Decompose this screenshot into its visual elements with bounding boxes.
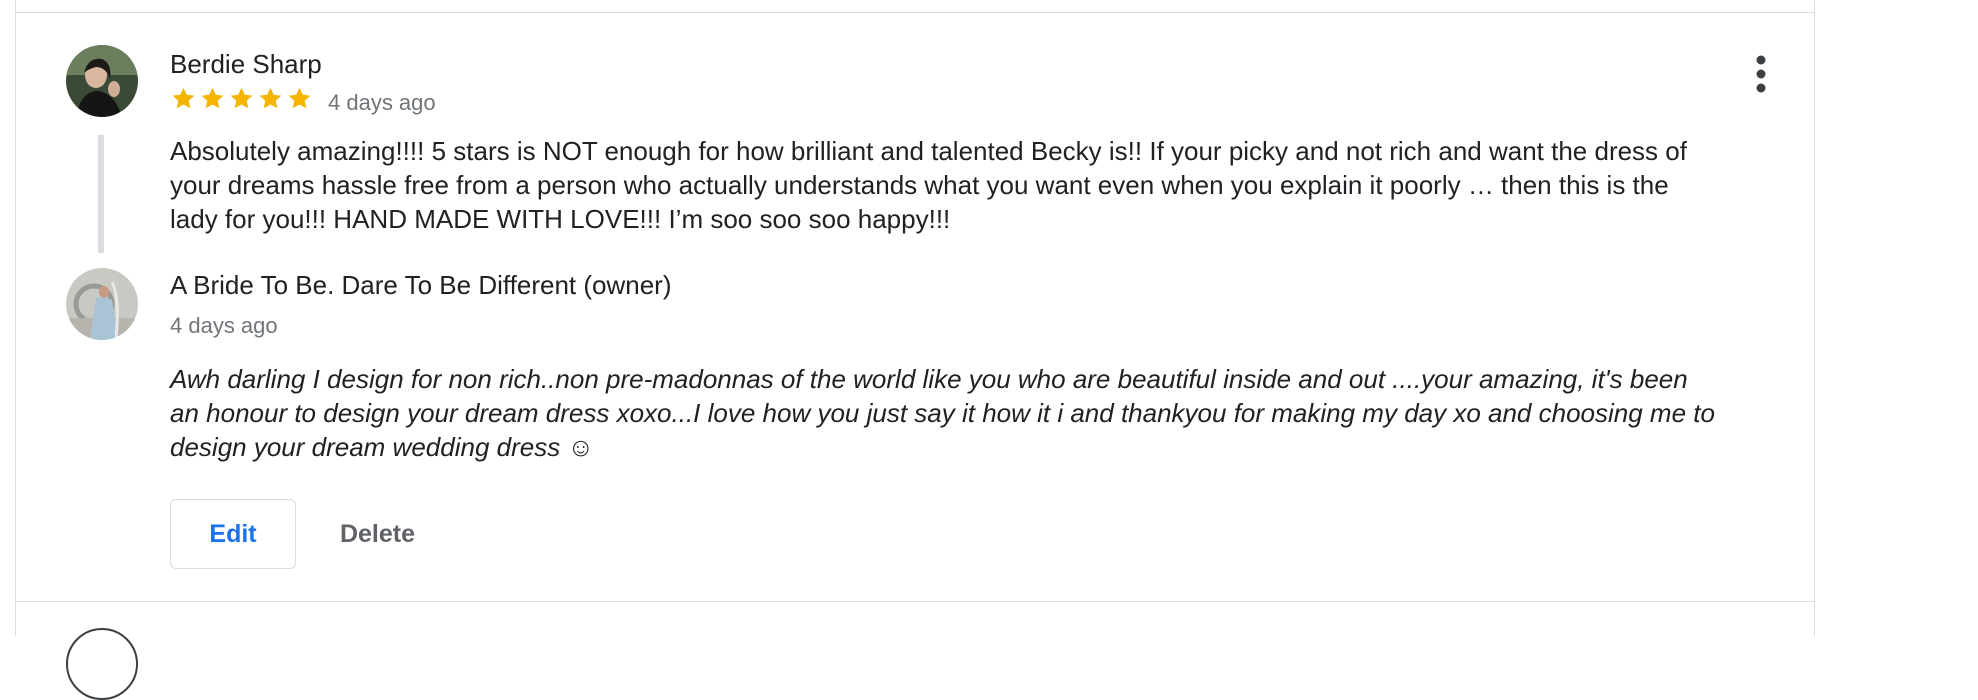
owner-reply-text: Awh darling I design for non rich..non p… [170,364,1715,462]
review-text: Absolutely amazing!!!! 5 stars is NOT en… [170,136,1687,234]
next-card-border [15,602,1815,636]
delete-button[interactable]: Delete [320,499,435,569]
review-time: 4 days ago [328,90,436,115]
reviewer-avatar[interactable] [66,45,138,117]
star-icon [259,87,282,109]
next-reviewer-avatar[interactable] [66,628,138,700]
more-options-button[interactable] [1742,52,1780,98]
star-rating [170,85,313,115]
reviewer-photo [66,45,138,117]
star-icon [230,87,253,109]
reply-thread-line [98,135,104,253]
edit-button[interactable]: Edit [170,499,296,569]
owner-avatar[interactable] [66,268,138,340]
star-icon [172,87,195,109]
owner-name[interactable]: A Bride To Be. Dare To Be Different (own… [170,270,671,301]
card-border-top [15,0,1815,12]
reviewer-name[interactable]: Berdie Sharp [170,49,322,80]
owner-photo [66,268,138,340]
star-icon [201,87,224,109]
owner-response-time: 4 days ago [170,313,278,338]
star-icon [288,87,311,109]
more-vert-icon [1756,55,1766,93]
